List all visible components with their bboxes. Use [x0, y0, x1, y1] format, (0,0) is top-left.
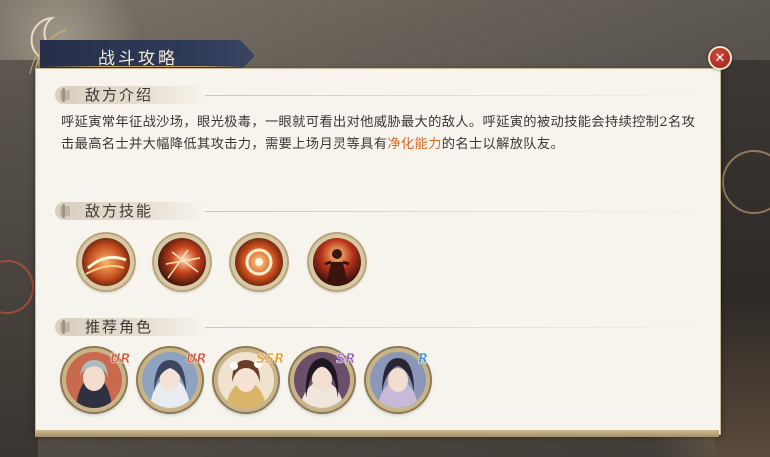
skill-slot[interactable] — [309, 234, 365, 290]
section-title-enemy-skills: 敌方技能 — [85, 202, 154, 220]
enemy-description: 呼延寅常年征战沙场，眼光极毒，一眼就可看出对他威胁最大的敌人。呼延寅的被动技能会… — [61, 112, 701, 156]
close-button[interactable]: ✕ — [708, 46, 732, 70]
fire-burst-icon — [158, 238, 206, 286]
warrior-aura-icon — [313, 238, 361, 286]
rarity-badge: R — [418, 352, 429, 368]
section-enemy-intro: 敌方介绍 — [55, 84, 725, 106]
section-divider — [205, 211, 725, 212]
recommended-character[interactable]: R — [366, 348, 430, 412]
rarity-badge: SSR — [256, 352, 285, 368]
highlight-keyword: 净化能力 — [387, 137, 442, 152]
recommended-character[interactable]: UR — [138, 348, 207, 412]
section-recommended: 推荐角色 — [55, 316, 725, 338]
skill-slot[interactable] — [78, 234, 134, 290]
skill-slot[interactable] — [154, 234, 210, 290]
recommended-character[interactable]: SSR — [214, 348, 285, 412]
panel-bottom-border — [35, 430, 719, 437]
rarity-badge: UR — [110, 352, 131, 368]
section-title-recommended: 推荐角色 — [85, 318, 154, 336]
section-enemy-skills: 敌方技能 — [55, 200, 725, 222]
window-title: 战斗攻略 — [98, 49, 178, 69]
background-left-strip — [0, 60, 38, 457]
close-icon: ✕ — [714, 50, 726, 66]
recommended-character[interactable]: SR — [290, 348, 356, 412]
recommended-character[interactable]: UR — [62, 348, 131, 412]
description-text-end: 的名士以解放队友。 — [441, 137, 565, 152]
section-divider — [205, 95, 725, 96]
skill-slot[interactable] — [231, 234, 287, 290]
description-text: 呼延寅常年征战沙场，眼光极毒，一眼就可看出对他威胁最大的敌人。呼延寅的被动技能会… — [61, 115, 696, 152]
rarity-badge: SR — [336, 352, 356, 368]
fire-ring-icon — [235, 238, 283, 286]
rarity-badge: UR — [186, 352, 207, 368]
background-right-strip — [715, 60, 770, 457]
scroll-icon — [60, 88, 70, 102]
scroll-icon — [60, 204, 70, 218]
fire-slash-icon — [82, 238, 130, 286]
section-title-enemy-intro: 敌方介绍 — [85, 86, 154, 104]
scroll-icon — [60, 320, 70, 334]
section-divider — [205, 327, 725, 328]
